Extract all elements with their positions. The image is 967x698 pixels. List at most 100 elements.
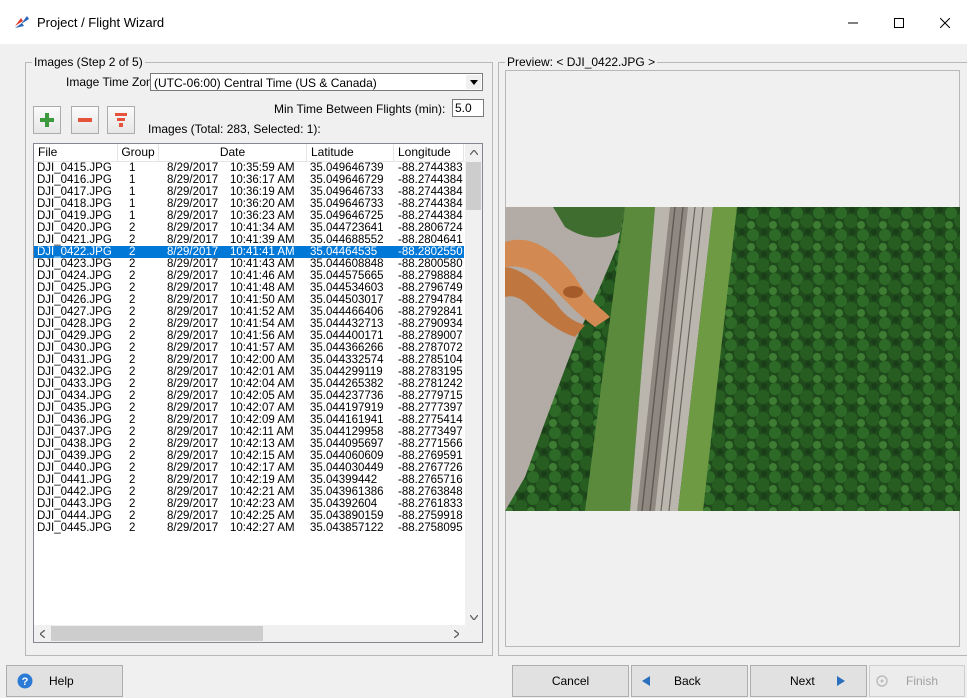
table-row[interactable]: DJI_0441.JPG 2 8/29/2017 10:42:19 AM 35.0439…: [34, 474, 464, 486]
table-row[interactable]: DJI_0439.JPG 2 8/29/2017 10:42:15 AM 35.0440…: [34, 450, 464, 462]
cell-group: 2: [129, 234, 136, 246]
remove-images-button[interactable]: [71, 106, 99, 134]
cell-latitude: 35.044237736: [310, 390, 384, 402]
cell-date: 8/29/2017: [167, 246, 219, 258]
cell-longitude: -88.2806724: [398, 222, 463, 234]
scroll-right-icon[interactable]: [448, 625, 465, 642]
table-row[interactable]: DJI_0433.JPG 2 8/29/2017 10:42:04 AM 35.0442…: [34, 378, 464, 390]
cell-group: 2: [129, 486, 136, 498]
table-row[interactable]: DJI_0431.JPG 2 8/29/2017 10:42:00 AM 35.0443…: [34, 354, 464, 366]
triangle-right-icon: [836, 676, 845, 686]
scroll-left-icon[interactable]: [34, 625, 51, 642]
table-row[interactable]: DJI_0440.JPG 2 8/29/2017 10:42:17 AM 35.0440…: [34, 462, 464, 474]
column-header-latitude[interactable]: Latitude: [307, 144, 394, 161]
timezone-label: Image Time Zone:: [66, 75, 163, 89]
cell-date: 8/29/2017: [167, 162, 219, 174]
column-header-file[interactable]: File: [34, 144, 118, 161]
table-row[interactable]: DJI_0432.JPG 2 8/29/2017 10:42:01 AM 35.0442…: [34, 366, 464, 378]
horizontal-scroll-thumb[interactable]: [51, 626, 263, 641]
cell-file: DJI_0425.JPG: [37, 282, 112, 294]
cell-file: DJI_0435.JPG: [37, 402, 112, 414]
table-row[interactable]: DJI_0444.JPG 2 8/29/2017 10:42:25 AM 35.0438…: [34, 510, 464, 522]
cell-latitude: 35.043961386: [310, 486, 384, 498]
column-header-longitude[interactable]: Longitude: [394, 144, 464, 161]
cell-file: DJI_0419.JPG: [37, 210, 112, 222]
column-header-date[interactable]: Date: [159, 144, 307, 161]
table-row[interactable]: DJI_0430.JPG 2 8/29/2017 10:41:57 AM 35.0443…: [34, 342, 464, 354]
cell-latitude: 35.043857122: [310, 522, 384, 534]
filter-images-button[interactable]: [107, 106, 135, 134]
cell-file: DJI_0441.JPG: [37, 474, 112, 486]
cell-file: DJI_0437.JPG: [37, 426, 112, 438]
vertical-scrollbar[interactable]: [465, 144, 482, 626]
cell-date: 8/29/2017: [167, 186, 219, 198]
table-row[interactable]: DJI_0442.JPG 2 8/29/2017 10:42:21 AM 35.0439…: [34, 486, 464, 498]
cell-file: DJI_0434.JPG: [37, 390, 112, 402]
table-row[interactable]: DJI_0434.JPG 2 8/29/2017 10:42:05 AM 35.0442…: [34, 390, 464, 402]
min-time-input[interactable]: [452, 99, 484, 117]
cell-time: 10:42:05 AM: [230, 390, 295, 402]
finish-button: Finish: [869, 665, 965, 697]
cell-group: 2: [129, 246, 136, 258]
minimize-button[interactable]: [830, 8, 876, 38]
column-header-group[interactable]: Group: [118, 144, 159, 161]
scroll-up-icon[interactable]: [465, 144, 482, 161]
table-row[interactable]: DJI_0436.JPG 2 8/29/2017 10:42:09 AM 35.0441…: [34, 414, 464, 426]
add-images-button[interactable]: [33, 106, 61, 134]
table-row[interactable]: DJI_0417.JPG 1 8/29/2017 10:36:19 AM 35.0496…: [34, 186, 464, 198]
table-row[interactable]: DJI_0415.JPG 1 8/29/2017 10:35:59 AM 35.0496…: [34, 162, 464, 174]
cell-date: 8/29/2017: [167, 414, 219, 426]
table-row[interactable]: DJI_0422.JPG 2 8/29/2017 10:41:41 AM 35.0446…: [34, 246, 464, 258]
cell-group: 2: [129, 462, 136, 474]
table-row[interactable]: DJI_0429.JPG 2 8/29/2017 10:41:56 AM 35.0444…: [34, 330, 464, 342]
back-button[interactable]: Back: [631, 665, 748, 697]
cell-group: 2: [129, 330, 136, 342]
images-list[interactable]: File Group Date Latitude Longitude DJI_0…: [33, 143, 483, 643]
cell-group: 1: [129, 198, 136, 210]
table-row[interactable]: DJI_0437.JPG 2 8/29/2017 10:42:11 AM 35.0441…: [34, 426, 464, 438]
maximize-button[interactable]: [876, 8, 922, 38]
scroll-down-icon[interactable]: [465, 609, 482, 626]
cell-latitude: 35.044432713: [310, 318, 384, 330]
cancel-button[interactable]: Cancel: [512, 665, 629, 697]
cell-date: 8/29/2017: [167, 270, 219, 282]
table-row[interactable]: DJI_0421.JPG 2 8/29/2017 10:41:39 AM 35.0446…: [34, 234, 464, 246]
cell-time: 10:42:19 AM: [230, 474, 295, 486]
cell-time: 10:41:48 AM: [230, 282, 295, 294]
cell-date: 8/29/2017: [167, 354, 219, 366]
next-button[interactable]: Next: [750, 665, 867, 697]
table-row[interactable]: DJI_0445.JPG 2 8/29/2017 10:42:27 AM 35.0438…: [34, 522, 464, 534]
cell-latitude: 35.04464535: [310, 246, 378, 258]
timezone-select[interactable]: (UTC-06:00) Central Time (US & Canada): [150, 73, 483, 91]
table-row[interactable]: DJI_0435.JPG 2 8/29/2017 10:42:07 AM 35.0441…: [34, 402, 464, 414]
table-row[interactable]: DJI_0420.JPG 2 8/29/2017 10:41:34 AM 35.0447…: [34, 222, 464, 234]
chevron-down-icon[interactable]: [466, 75, 481, 89]
cell-time: 10:41:39 AM: [230, 234, 295, 246]
cell-longitude: -88.2790934: [398, 318, 463, 330]
vertical-scroll-thumb[interactable]: [466, 162, 481, 210]
table-row[interactable]: DJI_0425.JPG 2 8/29/2017 10:41:48 AM 35.0445…: [34, 282, 464, 294]
table-row[interactable]: DJI_0427.JPG 2 8/29/2017 10:41:52 AM 35.0444…: [34, 306, 464, 318]
minus-icon: [78, 118, 92, 122]
cell-latitude: 35.044608848: [310, 258, 384, 270]
cell-date: 8/29/2017: [167, 210, 219, 222]
cell-date: 8/29/2017: [167, 522, 219, 534]
table-row[interactable]: DJI_0438.JPG 2 8/29/2017 10:42:13 AM 35.0440…: [34, 438, 464, 450]
close-button[interactable]: [922, 8, 967, 38]
cell-time: 10:41:41 AM: [230, 246, 295, 258]
table-row[interactable]: DJI_0426.JPG 2 8/29/2017 10:41:50 AM 35.0445…: [34, 294, 464, 306]
cell-date: 8/29/2017: [167, 462, 219, 474]
cell-date: 8/29/2017: [167, 294, 219, 306]
triangle-left-icon: [642, 676, 650, 686]
table-row[interactable]: DJI_0443.JPG 2 8/29/2017 10:42:23 AM 35.0439…: [34, 498, 464, 510]
help-button[interactable]: ? Help: [6, 665, 123, 697]
cell-longitude: -88.2802550: [398, 246, 463, 258]
table-row[interactable]: DJI_0418.JPG 1 8/29/2017 10:36:20 AM 35.0496…: [34, 198, 464, 210]
table-row[interactable]: DJI_0419.JPG 1 8/29/2017 10:36:23 AM 35.0496…: [34, 210, 464, 222]
horizontal-scrollbar[interactable]: [34, 625, 482, 642]
table-row[interactable]: DJI_0416.JPG 1 8/29/2017 10:36:17 AM 35.0496…: [34, 174, 464, 186]
table-row[interactable]: DJI_0423.JPG 2 8/29/2017 10:41:43 AM 35.0446…: [34, 258, 464, 270]
table-row[interactable]: DJI_0428.JPG 2 8/29/2017 10:41:54 AM 35.0444…: [34, 318, 464, 330]
table-row[interactable]: DJI_0424.JPG 2 8/29/2017 10:41:46 AM 35.0445…: [34, 270, 464, 282]
cell-date: 8/29/2017: [167, 402, 219, 414]
